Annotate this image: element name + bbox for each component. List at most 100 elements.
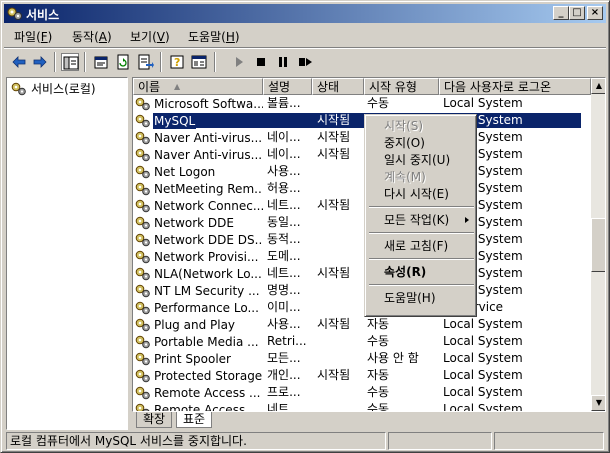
service-description: 네트...: [267, 402, 301, 412]
table-row[interactable]: Network Provisi... 도메... Local System: [133, 248, 591, 265]
vertical-scrollbar[interactable]: ▲ ▼: [591, 78, 605, 411]
service-gear-icon: [135, 250, 150, 264]
console-tree-pane[interactable]: 서비스(로컬): [6, 77, 128, 430]
context-menu-item[interactable]: 다시 시작(E): [368, 186, 475, 203]
tab-extended[interactable]: 확장: [136, 412, 173, 428]
service-status: 시작됨: [317, 147, 351, 161]
service-status: 시작됨: [317, 368, 351, 382]
service-description: 동일...: [267, 215, 301, 229]
export-list-icon[interactable]: [136, 53, 154, 71]
context-menu-item[interactable]: 속성(R): [368, 264, 475, 281]
table-row[interactable]: Network Connec... 네트... 시작됨 Local System: [133, 197, 591, 214]
column-header-startup-type[interactable]: 시작 유형: [364, 78, 439, 95]
table-row[interactable]: Naver Anti-virus... 네이... 시작됨 Local System: [133, 146, 591, 163]
scroll-down-button[interactable]: ▼: [591, 395, 605, 411]
tree-item-local-services[interactable]: 서비스(로컬): [11, 80, 96, 97]
menu-action[interactable]: 동작(A): [72, 28, 112, 45]
service-name: NetMeeting Rem...: [154, 181, 263, 196]
help-icon[interactable]: ?: [168, 53, 186, 71]
column-header-name[interactable]: 이름 ▲: [133, 78, 263, 95]
service-name: Microsoft Softwa...: [154, 96, 263, 111]
stop-service-icon[interactable]: [252, 53, 270, 71]
service-logon-as: Local System: [443, 334, 523, 348]
service-name-cell: Naver Anti-virus...: [135, 130, 263, 146]
service-status: 시작됨: [317, 130, 351, 144]
list-header: 이름 ▲ 설명 상태 시작 유형 다음 사용자로 로그온: [133, 78, 591, 95]
service-description: 모든...: [267, 351, 301, 365]
service-gear-icon: [135, 369, 150, 383]
service-gear-icon: [135, 352, 150, 366]
table-row[interactable]: Portable Media ... Retri... 수동 Local System: [133, 333, 591, 350]
service-name: MySQL: [153, 113, 197, 129]
column-header-description[interactable]: 설명: [263, 78, 312, 95]
table-row[interactable]: Network DDE 동일... Local System: [133, 214, 591, 231]
minimize-button[interactable]: _: [553, 6, 569, 20]
service-description: 도메...: [267, 249, 301, 263]
restart-service-icon[interactable]: [296, 53, 314, 71]
table-row[interactable]: Protected Storage 개인... 시작됨 자동 Local System: [133, 367, 591, 384]
context-menu-item[interactable]: 중지(O): [368, 135, 475, 152]
table-row[interactable]: Microsoft Softwa... 볼륨... 수동 Local System: [133, 95, 591, 112]
service-gear-icon: [135, 114, 150, 128]
table-row[interactable]: Remote Access ... 프로... 수동 Local System: [133, 384, 591, 401]
menu-file[interactable]: 파일(F): [14, 28, 52, 45]
context-menu-item[interactable]: 도움말(H): [368, 290, 475, 307]
services-window: 서비스 _ □ × 파일(F) 동작(A) 보기(V) 도움말(H) ? 서비스…: [0, 0, 610, 453]
context-menu-item[interactable]: 일시 중지(U): [368, 152, 475, 169]
table-row[interactable]: NT LM Security ... 명명... Local System: [133, 282, 591, 299]
close-button[interactable]: ×: [587, 6, 603, 20]
service-name: Protected Storage: [154, 368, 263, 383]
refresh-icon[interactable]: [114, 53, 132, 71]
pause-service-icon[interactable]: [274, 53, 292, 71]
table-row[interactable]: Plug and Play 사용... 시작됨 자동 Local System: [133, 316, 591, 333]
service-name-cell: Remote Access ...: [135, 385, 263, 401]
table-row[interactable]: MySQL 시작됨 Local System: [133, 112, 591, 129]
maximize-button[interactable]: □: [569, 6, 585, 20]
tree-item-label: 서비스(로컬): [31, 82, 96, 96]
service-description: 네트...: [267, 266, 301, 280]
service-name-cell: Protected Storage: [135, 368, 263, 384]
table-row[interactable]: Print Spooler 모든... 사용 안 함 Local System: [133, 350, 591, 367]
table-row[interactable]: Performance Lo...이미...rk Service: [133, 299, 591, 316]
service-status: [317, 385, 367, 401]
service-gear-icon: [135, 199, 150, 213]
scroll-thumb[interactable]: [591, 218, 605, 272]
show-hide-tree-icon[interactable]: [61, 53, 79, 71]
table-row[interactable]: NLA(Network Lo... 네트... 시작됨 Local System: [133, 265, 591, 282]
service-name: Remote Access ...: [154, 385, 261, 400]
column-header-logon-as[interactable]: 다음 사용자로 로그온: [439, 78, 591, 95]
properties-icon[interactable]: [92, 53, 110, 71]
table-row[interactable]: Remote Access ... 네트... 수동 Local System: [133, 401, 591, 412]
service-name-cell: Portable Media ...: [135, 334, 263, 350]
service-description: 사용...: [267, 164, 301, 178]
service-name-cell: Remote Access ...: [135, 402, 263, 411]
context-menu-item[interactable]: 모든 작업(K): [368, 212, 475, 229]
context-menu-item: 시작(S): [368, 118, 475, 135]
table-row[interactable]: NetMeeting Rem... 허용... Local System: [133, 180, 591, 197]
table-row[interactable]: Network DDE DS... 동적... Local System: [133, 231, 591, 248]
context-menu-item[interactable]: 새로 고침(F): [368, 238, 475, 255]
service-description: 네이...: [267, 130, 301, 144]
service-name: Plug and Play: [154, 317, 236, 332]
menu-help[interactable]: 도움말(H): [188, 28, 240, 45]
service-startup-type: 자동: [367, 368, 390, 382]
service-name-cell: Network Connec...: [135, 198, 263, 214]
forward-arrow-icon[interactable]: [31, 53, 49, 71]
service-logon-as: Local System: [443, 96, 523, 110]
service-name-cell: NLA(Network Lo...: [135, 266, 263, 282]
service-description: 동적...: [267, 232, 301, 246]
service-name: Naver Anti-virus...: [154, 130, 263, 145]
menu-view[interactable]: 보기(V): [130, 28, 170, 45]
scroll-up-button[interactable]: ▲: [591, 78, 605, 94]
context-menu-item-label: 도움말(H): [384, 291, 436, 305]
title-bar[interactable]: 서비스 _ □ ×: [4, 4, 606, 23]
service-name-cell: MySQL: [135, 113, 263, 129]
tab-standard[interactable]: 표준: [176, 412, 213, 428]
table-row[interactable]: Net Logon 사용... Local System: [133, 163, 591, 180]
start-service-icon[interactable]: [230, 53, 248, 71]
service-description: 허용...: [267, 181, 301, 195]
console-tree-icon[interactable]: [190, 53, 208, 71]
column-header-status[interactable]: 상태: [312, 78, 364, 95]
back-arrow-icon[interactable]: [10, 53, 28, 71]
table-row[interactable]: Naver Anti-virus... 네이... 시작됨 Local System: [133, 129, 591, 146]
